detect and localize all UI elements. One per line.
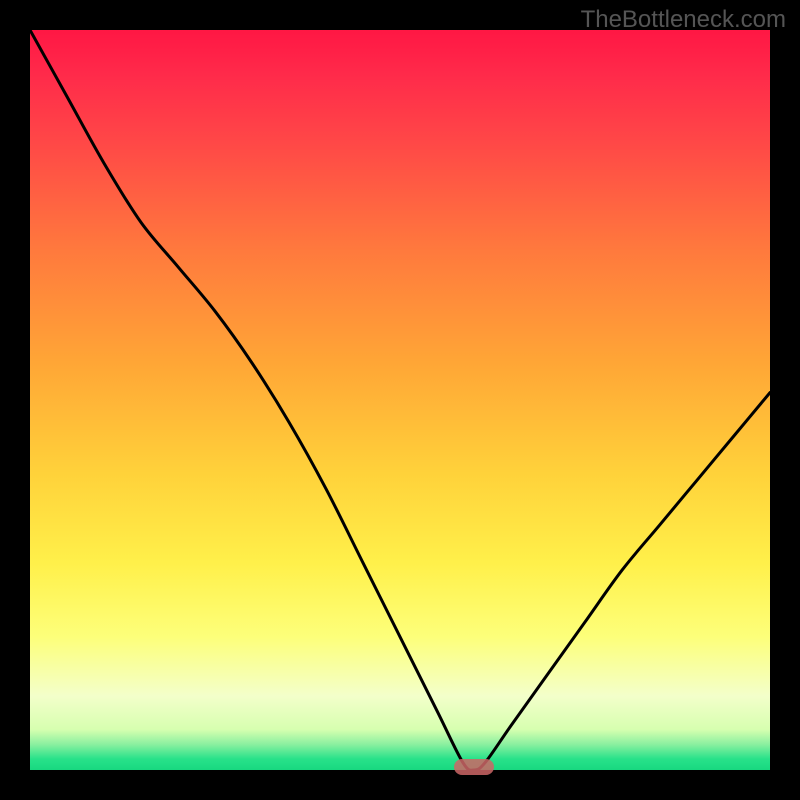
plot-area (30, 30, 770, 770)
watermark-text: TheBottleneck.com (581, 6, 786, 34)
bottleneck-chart (30, 30, 770, 770)
chart-container: TheBottleneck.com (0, 0, 800, 800)
optimum-marker (454, 759, 494, 775)
